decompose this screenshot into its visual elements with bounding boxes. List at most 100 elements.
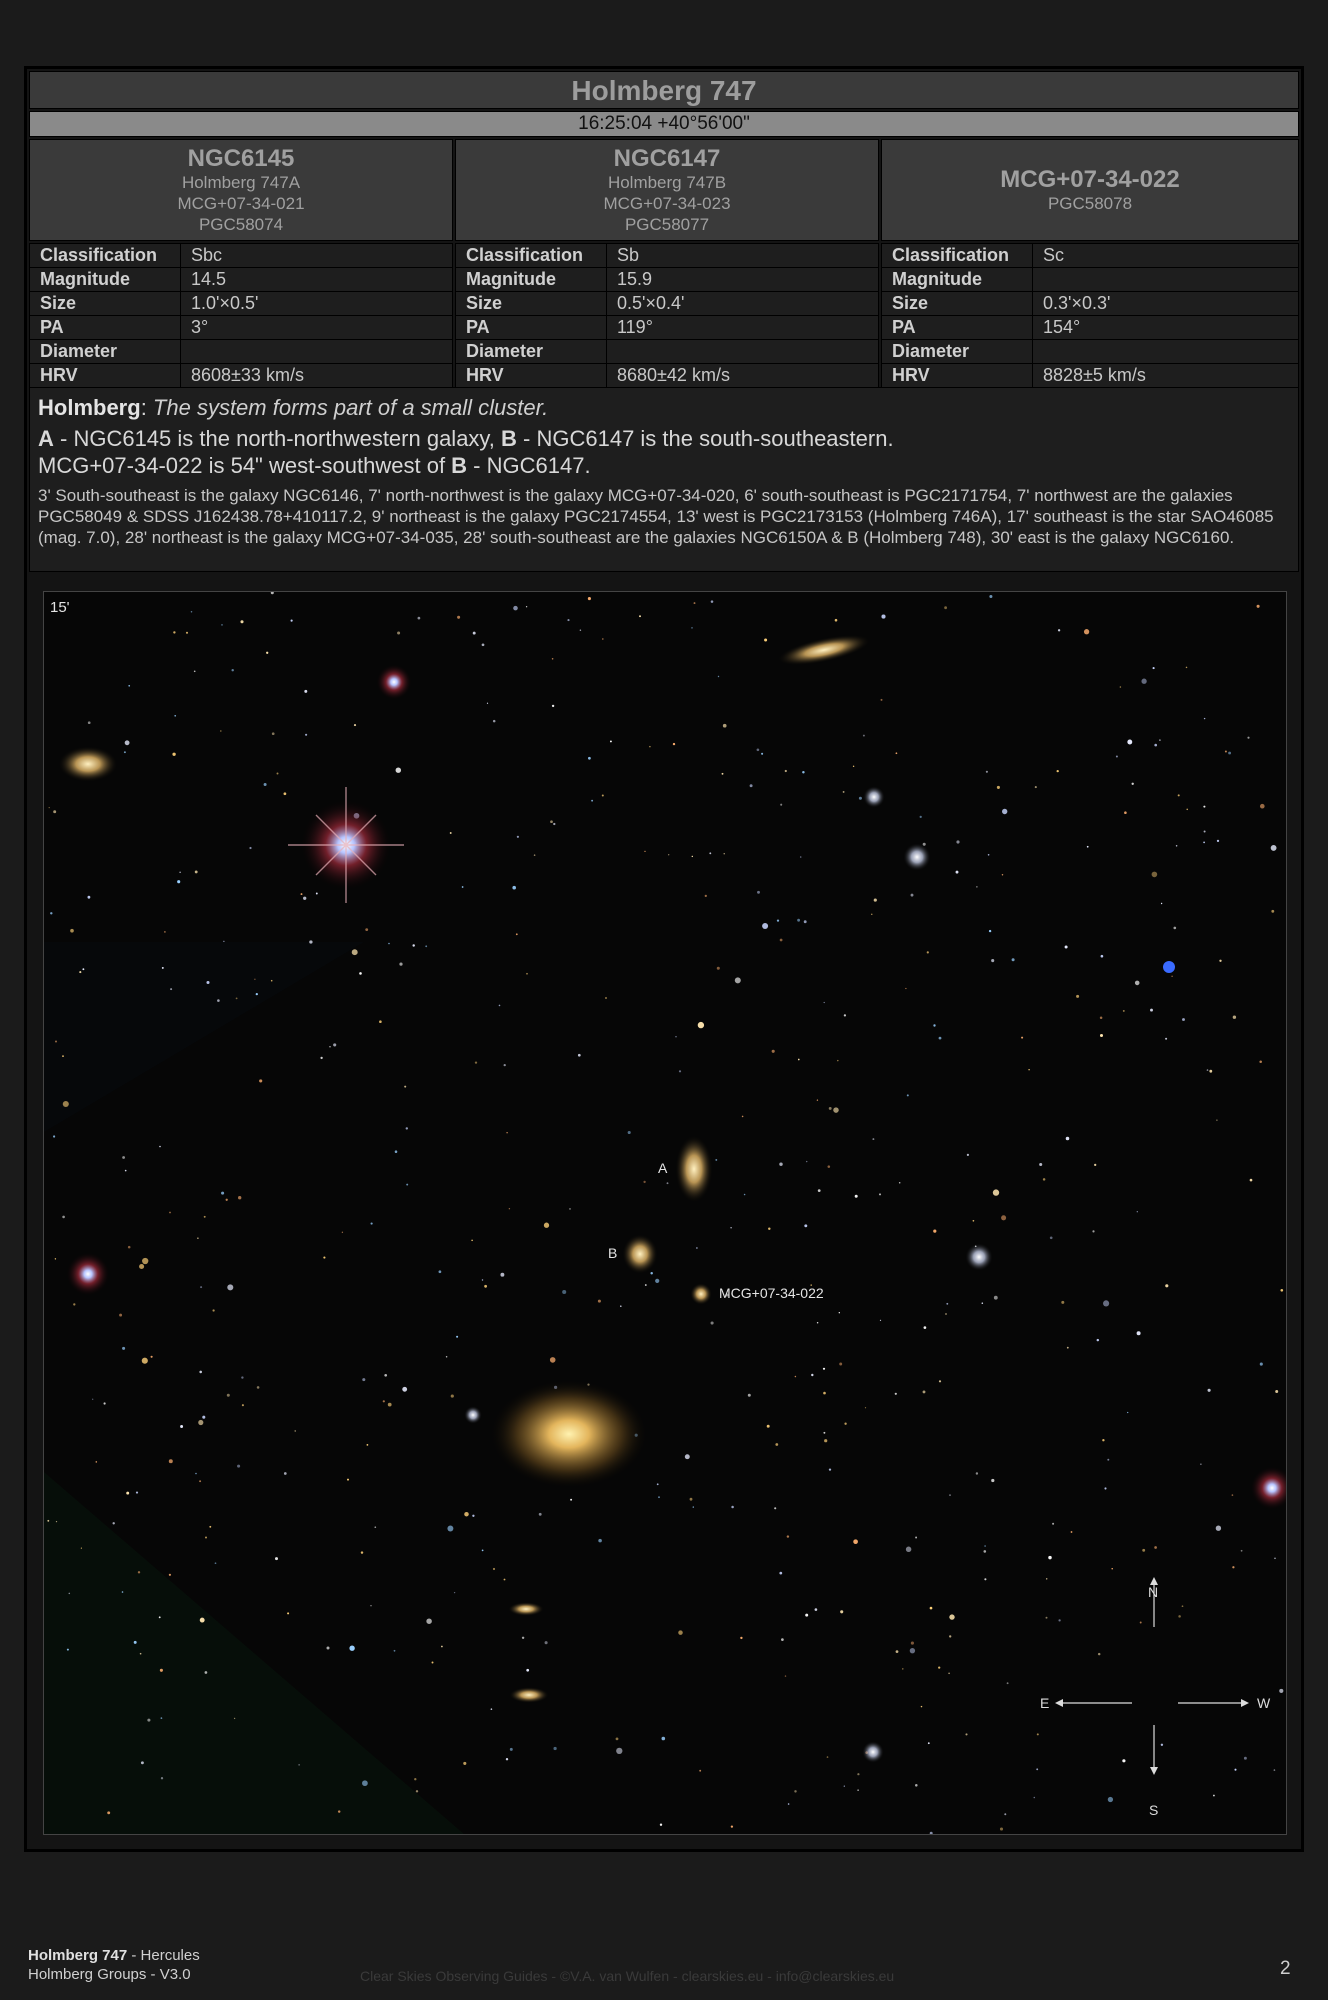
star xyxy=(1203,830,1206,833)
star xyxy=(198,1419,204,1426)
star xyxy=(68,1592,71,1595)
star xyxy=(768,1227,771,1230)
star xyxy=(73,1303,76,1306)
star xyxy=(399,962,403,966)
galaxy-ngc6145 xyxy=(675,1135,713,1203)
star xyxy=(254,978,256,980)
star xyxy=(516,835,519,838)
star xyxy=(438,1270,442,1274)
star xyxy=(447,1525,454,1532)
galaxy xyxy=(58,746,118,782)
star xyxy=(209,1525,212,1528)
star xyxy=(639,615,641,618)
star xyxy=(1232,1015,1237,1019)
star xyxy=(684,1454,690,1460)
star xyxy=(204,1671,208,1674)
star xyxy=(241,1404,244,1407)
star xyxy=(996,785,1000,789)
star xyxy=(402,1386,408,1392)
star xyxy=(263,782,267,787)
star xyxy=(1160,902,1163,905)
star xyxy=(1036,1733,1039,1736)
galaxy-alias: Holmberg 747B xyxy=(607,173,727,192)
star xyxy=(1209,1069,1213,1073)
star xyxy=(1207,1388,1211,1392)
star xyxy=(817,1189,821,1192)
prop-label: PA xyxy=(881,315,1033,340)
star xyxy=(731,1505,734,1509)
star xyxy=(710,600,714,603)
star xyxy=(1139,1621,1142,1624)
star xyxy=(238,1196,242,1200)
star xyxy=(909,1648,916,1654)
star xyxy=(1102,1439,1105,1442)
star xyxy=(526,1668,530,1672)
star xyxy=(472,631,476,635)
star xyxy=(579,629,582,632)
star xyxy=(842,790,845,793)
prop-label: HRV xyxy=(881,363,1033,388)
star xyxy=(1042,1178,1046,1181)
star xyxy=(457,615,461,619)
star xyxy=(620,1305,622,1307)
star xyxy=(1066,1346,1069,1349)
star xyxy=(955,870,959,874)
star xyxy=(833,1107,839,1113)
galaxy-alias: Holmberg 747A xyxy=(181,173,301,192)
star xyxy=(362,1780,368,1787)
prop-label: Diameter xyxy=(29,339,181,364)
star xyxy=(122,1346,126,1350)
star xyxy=(852,765,855,768)
star xyxy=(757,890,760,894)
star xyxy=(121,1591,124,1593)
galaxy-properties-table: Classification Sbc Magnitude 14.5 Size 1.0'… xyxy=(29,243,453,388)
star xyxy=(394,1150,398,1153)
star xyxy=(717,675,720,678)
star xyxy=(374,1526,377,1529)
star xyxy=(823,1001,825,1004)
star xyxy=(474,1061,478,1064)
star xyxy=(1256,604,1260,608)
star xyxy=(1159,739,1161,741)
star xyxy=(721,772,724,775)
star xyxy=(62,1055,64,1057)
star xyxy=(927,1742,930,1745)
star xyxy=(1216,839,1220,843)
holmberg-note: Holmberg: The system forms part of a sma… xyxy=(38,395,549,420)
star xyxy=(1186,808,1188,811)
star xyxy=(933,1229,937,1233)
text-mcg-b: - NGC6147. xyxy=(467,453,591,478)
star xyxy=(500,1272,505,1277)
star xyxy=(1052,1522,1055,1525)
prop-label: Size xyxy=(29,291,181,316)
star xyxy=(256,1386,260,1389)
star xyxy=(412,944,415,947)
star xyxy=(202,1415,206,1419)
star xyxy=(949,1494,951,1496)
star xyxy=(881,614,886,619)
prop-label: Diameter xyxy=(881,339,1033,364)
star xyxy=(304,689,308,693)
star xyxy=(173,631,176,634)
star xyxy=(709,852,712,855)
star xyxy=(666,1182,669,1185)
star xyxy=(775,1443,779,1446)
star xyxy=(987,853,990,856)
star xyxy=(553,1746,557,1751)
prop-value xyxy=(180,339,453,364)
star xyxy=(214,1562,217,1565)
star xyxy=(944,1312,948,1316)
star xyxy=(126,1491,130,1495)
star xyxy=(1083,629,1090,635)
galaxy-column-3: MCG+07-34-022 PGC58078 Classification Sc … xyxy=(881,139,1299,388)
star xyxy=(806,1160,808,1163)
star xyxy=(249,846,252,850)
star xyxy=(780,803,783,806)
star xyxy=(999,1827,1004,1831)
star xyxy=(1131,782,1134,785)
star xyxy=(549,1357,556,1363)
star xyxy=(1152,667,1155,670)
table-row: HRV 8828±5 km/s xyxy=(881,363,1299,388)
star xyxy=(231,668,234,672)
star xyxy=(1275,1390,1279,1393)
